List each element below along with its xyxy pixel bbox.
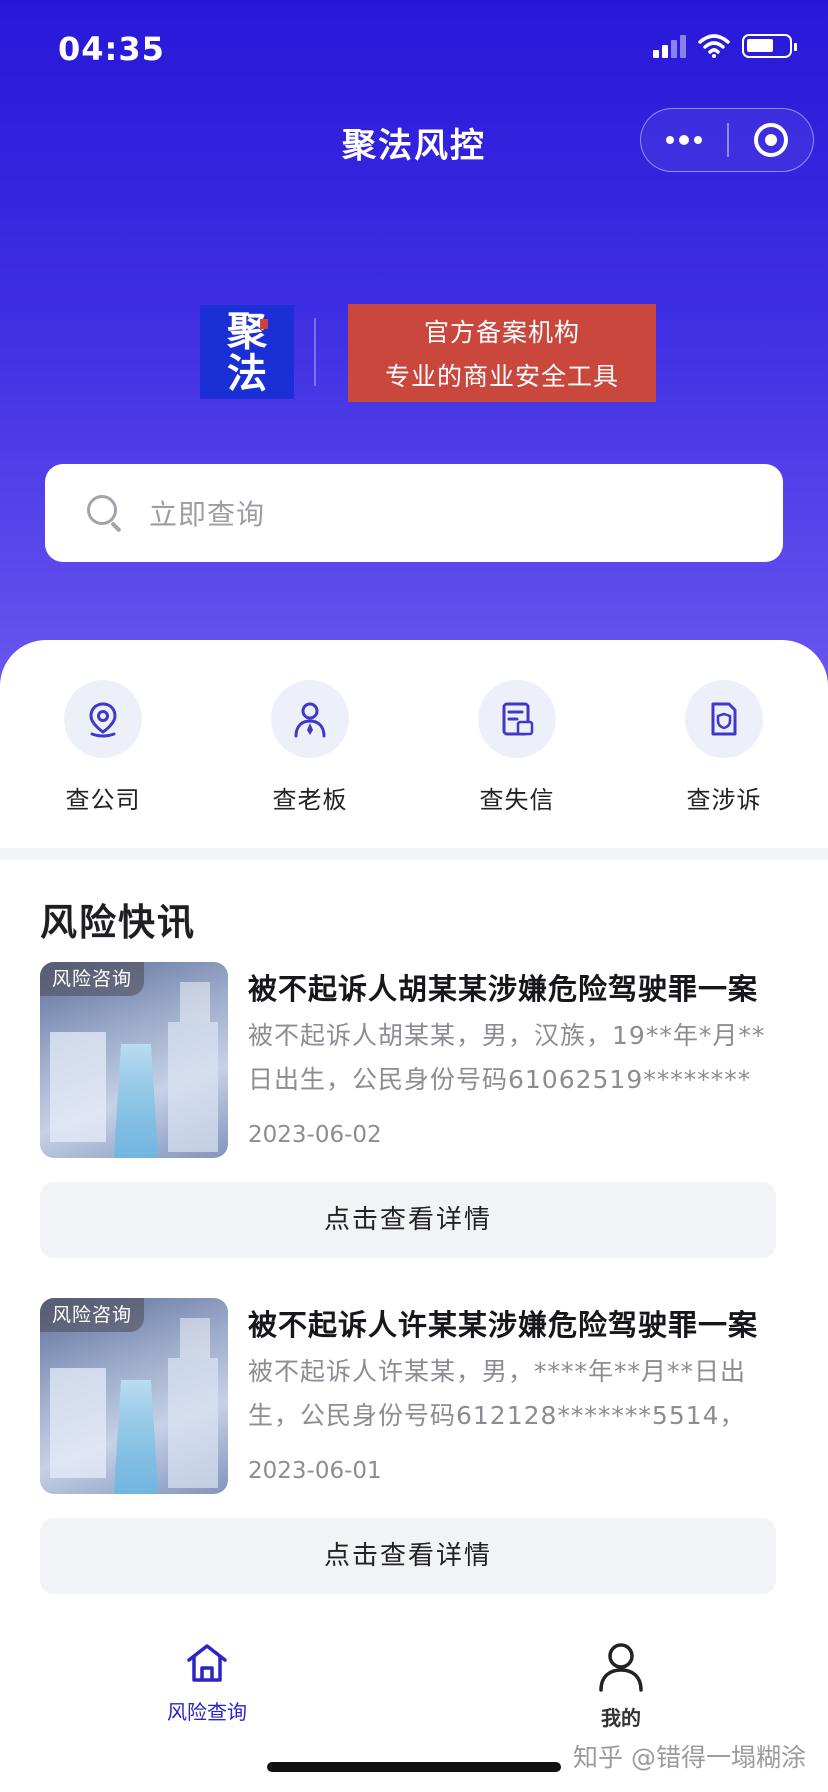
home-icon xyxy=(187,1644,227,1682)
status-icons xyxy=(653,34,797,58)
shield-document-icon xyxy=(711,702,737,736)
tagline-line1: 官方备案机构 xyxy=(423,318,580,347)
search-placeholder: 立即查询 xyxy=(149,498,266,531)
news-card[interactable]: 风险咨询 被不起诉人许某某涉嫌危险驾驶罪一案 被不起诉人许某某，男，****年*… xyxy=(40,1298,788,1598)
home-indicator xyxy=(267,1762,561,1772)
target-icon xyxy=(753,123,788,157)
search-input[interactable]: 立即查询 xyxy=(45,464,783,562)
brand-tagline: 官方备案机构 专业的商业安全工具 xyxy=(348,304,656,402)
person-icon xyxy=(294,702,326,738)
news-title: 被不起诉人胡某某涉嫌危险驾驶罪一案 xyxy=(248,972,759,1006)
brand-logo: 聚 法 xyxy=(200,305,294,399)
wifi-icon xyxy=(698,34,730,58)
section-divider xyxy=(0,848,828,860)
battery-icon xyxy=(742,34,797,58)
quick-actions: 查公司 查老板 查失信 查涉诉 xyxy=(0,680,828,830)
location-pin-icon xyxy=(89,702,117,738)
view-details-button[interactable]: 点击查看详情 xyxy=(40,1182,776,1258)
news-thumbnail: 风险咨询 xyxy=(40,962,228,1158)
news-title: 被不起诉人许某某涉嫌危险驾驶罪一案 xyxy=(248,1308,759,1342)
news-date: 2023-06-02 xyxy=(248,1122,382,1148)
news-badge: 风险咨询 xyxy=(40,962,145,996)
tab-label: 风险查询 xyxy=(167,1700,247,1724)
news-summary: 被不起诉人胡某某，男，汉族，19**年*月**日出生，公民身份号码6106251… xyxy=(248,1021,766,1094)
quick-action-dishonest[interactable]: 查失信 xyxy=(447,680,587,815)
brand-divider xyxy=(314,318,316,386)
document-credit-icon xyxy=(502,702,534,736)
more-options-button[interactable] xyxy=(641,109,727,171)
close-miniprogram-button[interactable] xyxy=(729,109,814,171)
quick-action-company[interactable]: 查公司 xyxy=(33,680,173,815)
news-summary: 被不起诉人许某某，男，****年**月**日出生，公民身份号码612128***… xyxy=(248,1357,747,1430)
news-card[interactable]: 风险咨询 被不起诉人胡某某涉嫌危险驾驶罪一案 被不起诉人胡某某，男，汉族，19*… xyxy=(40,962,788,1262)
tab-bar: 风险查询 我的 xyxy=(0,1620,828,1730)
tab-risk-query[interactable]: 风险查询 xyxy=(127,1640,287,1725)
search-icon xyxy=(85,493,125,533)
signal-icon xyxy=(653,34,686,58)
news-date: 2023-06-01 xyxy=(248,1458,382,1484)
tagline-line2: 专业的商业安全工具 xyxy=(384,362,619,391)
quick-action-boss[interactable]: 查老板 xyxy=(240,680,380,815)
quick-action-litigation[interactable]: 查涉诉 xyxy=(654,680,794,815)
watermark-text: 知乎 @错得一塌糊涂 xyxy=(573,1743,806,1772)
view-details-button[interactable]: 点击查看详情 xyxy=(40,1518,776,1594)
status-bar: 04:35 xyxy=(0,0,828,100)
miniprogram-capsule xyxy=(640,108,814,172)
tab-mine[interactable]: 我的 xyxy=(541,1640,701,1731)
tab-label: 我的 xyxy=(601,1706,641,1730)
news-section-title: 风险快讯 xyxy=(40,901,196,944)
news-badge: 风险咨询 xyxy=(40,1298,145,1332)
user-icon xyxy=(599,1643,643,1692)
news-thumbnail: 风险咨询 xyxy=(40,1298,228,1494)
status-time: 04:35 xyxy=(58,30,165,68)
